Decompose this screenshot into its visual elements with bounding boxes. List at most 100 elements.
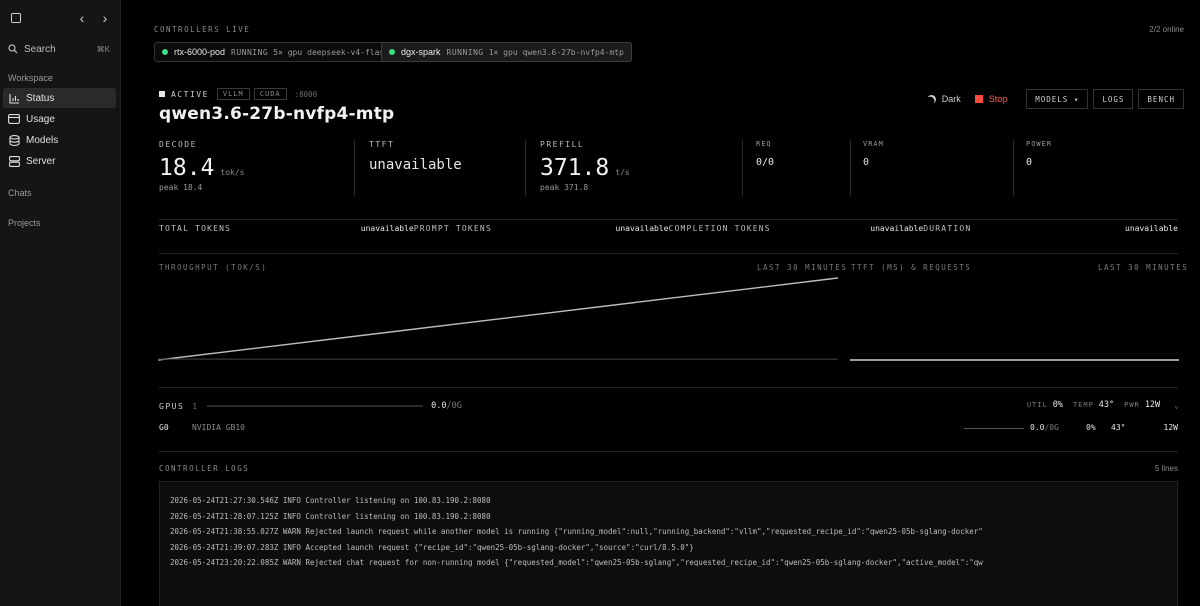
ttft-chart	[850, 359, 1179, 361]
stop-button[interactable]: Stop	[974, 94, 1007, 104]
metric-value: 371.8 t/s	[540, 155, 630, 181]
metric-ttft: TTFT unavailable	[369, 140, 462, 173]
gpu-power: 12W	[1163, 423, 1178, 432]
metric-label: POWER	[1026, 140, 1053, 148]
metric-decode: DECODE 18.4 tok/s peak 18.4	[159, 140, 244, 192]
models-dropdown-button[interactable]: MODELS ▾	[1026, 89, 1089, 109]
gpu-row: G0 NVIDIA GB10 0.0/0G 0% 43° 12W	[159, 423, 1178, 435]
port-label: :8000	[294, 89, 318, 99]
metric-power: POWER 0	[1026, 140, 1052, 168]
gpu-util: 0%	[1086, 423, 1096, 432]
forward-icon[interactable]: ›	[97, 9, 113, 27]
search-icon	[8, 44, 18, 54]
metric-prefill: PREFILL 371.8 t/s peak 371.8	[540, 140, 630, 192]
credit-card-icon	[8, 113, 20, 125]
search-label: Search	[24, 43, 56, 55]
log-line: 2026-05-24T21:38:55.027Z WARN Rejected l…	[170, 527, 983, 536]
divider	[159, 387, 1178, 388]
sidebar-item-label: Usage	[26, 113, 55, 125]
gpus-summary[interactable]: GPUS 1 0.0/0G	[159, 401, 462, 411]
gpu-memory-bar	[964, 428, 1024, 429]
metric-label: REQ	[756, 140, 772, 148]
gpus-memory-bar	[207, 405, 424, 407]
search-button[interactable]: Search ⌘K	[8, 41, 110, 57]
temp-value: 43°	[1098, 400, 1115, 410]
chart-series-line-0	[158, 277, 838, 361]
active-model-title: qwen3.6-27b-nvfp4-mtp	[159, 104, 395, 124]
gpus-count: 1	[192, 401, 198, 411]
sidebar-item-status[interactable]: Status	[3, 88, 116, 108]
divider	[525, 140, 526, 196]
projects-heading[interactable]: Projects	[8, 218, 41, 228]
temp-label: TEMP	[1072, 401, 1094, 409]
metric-value: 0/0	[756, 157, 775, 168]
back-icon[interactable]: ‹	[74, 9, 90, 27]
controller-chip-rtx-6000-pod[interactable]: rtx-6000-pod RUNNING 5× gpu deepseek-v4-…	[154, 42, 398, 62]
theme-toggle-button[interactable]: Dark	[927, 94, 961, 104]
controllers-heading: CONTROLLERS LIVE	[154, 25, 251, 34]
divider	[159, 219, 1178, 220]
token-stat-completion: COMPLETION TOKENS unavailable	[668, 224, 924, 233]
metric-unit: t/s	[615, 168, 630, 177]
server-icon	[8, 155, 20, 167]
gpu-id: G0	[159, 423, 169, 432]
divider	[159, 451, 1178, 452]
token-stat-duration: DURATION unavailable	[923, 224, 1178, 233]
pwr-value: 12W	[1144, 400, 1161, 410]
controller-model: deepseek-v4-flash	[307, 47, 390, 57]
metric-label: PREFILL	[540, 140, 585, 149]
active-label: ACTIVE	[171, 89, 209, 99]
divider	[850, 140, 851, 196]
metric-value: unavailable	[369, 157, 462, 173]
log-line: 2026-05-24T21:27:30.546Z INFO Controller…	[170, 496, 491, 505]
log-line: 2026-05-24T21:28:07.125Z INFO Controller…	[170, 511, 491, 521]
throughput-chart-title: THROUGHPUT (TOK/S)	[159, 263, 268, 272]
log-line: 2026-05-24T23:20:22.085Z WARN Rejected c…	[170, 558, 983, 567]
logs-line-count: 5 lines	[1154, 464, 1178, 473]
sidebar-toggle-icon[interactable]	[8, 9, 24, 27]
token-stats-row: TOTAL TOKENS unavailable PROMPT TOKENS una…	[159, 224, 1178, 233]
gpus-stats: UTIL 0% TEMP 43° PWR 12W ⌄	[1027, 400, 1180, 410]
divider	[1013, 140, 1014, 196]
stop-icon	[974, 95, 983, 103]
chevron-down-icon[interactable]: ⌄	[1174, 401, 1180, 410]
controller-status: RUNNING	[231, 47, 269, 57]
gpu-temp: 43°	[1111, 423, 1126, 432]
controllers-online-count: 2/2 online	[1149, 25, 1184, 34]
ttft-chart-range: LAST 30 MINUTES	[1098, 263, 1189, 272]
logs-panel[interactable]: 2026-05-24T21:27:30.546Z INFO Controller…	[159, 481, 1178, 606]
sidebar-item-label: Models	[26, 134, 59, 146]
chats-heading[interactable]: Chats	[8, 188, 32, 198]
gpus-label: GPUS	[159, 401, 185, 411]
sidebar-item-label: Server	[26, 155, 56, 167]
sidebar-item-label: Status	[26, 92, 55, 104]
token-stat-prompt: PROMPT TOKENS unavailable	[413, 224, 669, 233]
theme-label: Dark	[941, 94, 961, 104]
metric-label: VRAM	[863, 140, 884, 148]
backend-tag: VLLM	[216, 88, 250, 100]
metric-unit: tok/s	[220, 168, 245, 177]
gpu-memory: 0.0/0G	[1030, 423, 1059, 432]
sidebar-item-server[interactable]: Server	[3, 151, 116, 171]
gpus-memory: 0.0/0G	[431, 401, 462, 411]
moon-icon	[925, 93, 937, 105]
sidebar-toolbar: ‹ ›	[8, 9, 112, 27]
controller-gpu-count: 5× gpu	[273, 47, 303, 57]
search-shortcut: ⌘K	[96, 44, 110, 54]
controller-model: qwen3.6-27b-nvfp4-mtp	[522, 47, 624, 57]
sidebar-item-models[interactable]: Models	[3, 130, 116, 150]
database-icon	[8, 134, 20, 146]
metric-vram: VRAM 0	[863, 140, 884, 168]
pwr-label: PWR	[1124, 401, 1140, 409]
util-label: UTIL	[1026, 401, 1048, 409]
throughput-chart-range: LAST 30 MINUTES	[757, 263, 848, 272]
logs-button[interactable]: LOGS	[1093, 89, 1134, 109]
metric-label: DECODE	[159, 140, 197, 149]
main-content: CONTROLLERS LIVE 2/2 online rtx-6000-pod…	[121, 0, 1200, 606]
metric-peak: peak 371.8	[540, 183, 589, 192]
active-indicator-icon	[159, 91, 165, 97]
sidebar-item-usage[interactable]: Usage	[3, 109, 116, 129]
bench-button[interactable]: BENCH	[1138, 89, 1184, 109]
divider	[159, 253, 1178, 254]
controller-chip-dgx-spark[interactable]: dgx-spark RUNNING 1× gpu qwen3.6-27b-nvf…	[381, 42, 632, 62]
